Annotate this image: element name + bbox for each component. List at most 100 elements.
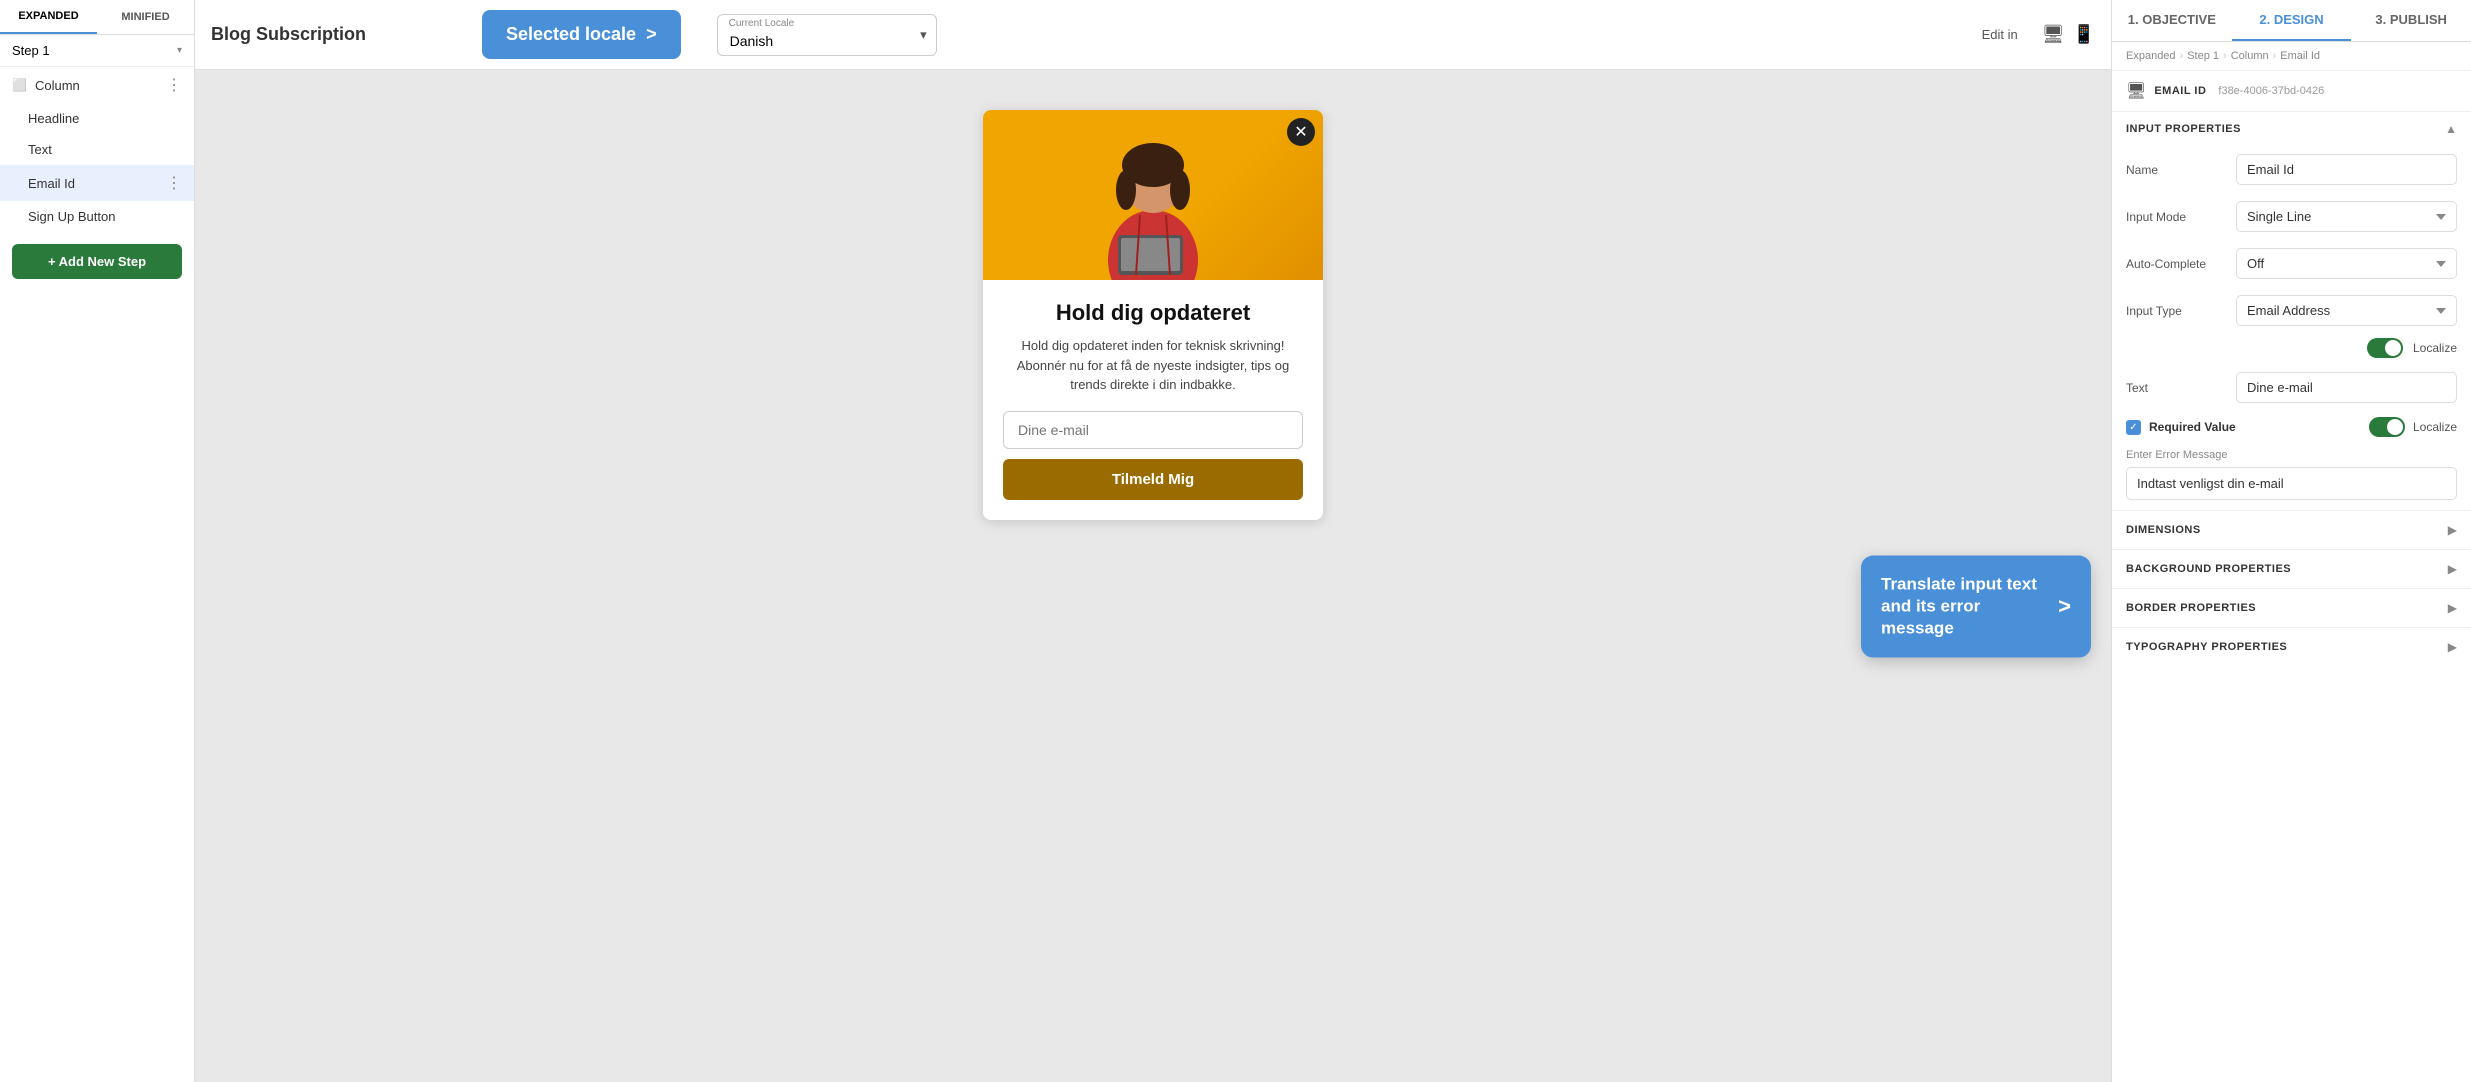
headline-label: Headline bbox=[28, 111, 79, 126]
step-label: Step 1 bbox=[12, 43, 50, 58]
email-id-title: EMAIL ID bbox=[2154, 85, 2206, 97]
border-header[interactable]: BORDER PROPERTIES ▶ bbox=[2112, 589, 2471, 627]
form-title: Hold dig opdateret bbox=[1003, 300, 1303, 326]
border-title: BORDER PROPERTIES bbox=[2126, 602, 2256, 614]
required-value-row: ✓ Required Value Localize bbox=[2112, 409, 2471, 445]
tree-item-email-id[interactable]: Email Id ⋮ bbox=[0, 165, 194, 201]
background-arrow-icon: ▶ bbox=[2448, 562, 2457, 576]
translate-tooltip[interactable]: Translate input text and its error messa… bbox=[1861, 556, 2091, 658]
left-sidebar: EXPANDED MINIFIED Step 1 ▾ ⬜ Column ⋮ He… bbox=[0, 0, 195, 1082]
email-id-header: 🖥 EMAIL ID f38e-4006-37bd-0426 bbox=[2112, 71, 2471, 112]
required-value-label: Required Value bbox=[2149, 420, 2361, 434]
breadcrumb-expanded: Expanded bbox=[2126, 50, 2176, 62]
form-card-body: Hold dig opdateret Hold dig opdateret in… bbox=[983, 280, 1323, 520]
desktop-icon[interactable]: 🖥 bbox=[2042, 24, 2065, 45]
tree-item-headline[interactable]: Headline bbox=[0, 103, 194, 134]
typography-header[interactable]: TYPOGRAPHY PROPERTIES ▶ bbox=[2112, 628, 2471, 666]
canvas-area: ✕ bbox=[195, 70, 2111, 1082]
input-properties-section[interactable]: INPUT PROPERTIES ▲ bbox=[2112, 112, 2471, 146]
close-button[interactable]: ✕ bbox=[1287, 118, 1315, 146]
text-value-row: Text bbox=[2112, 366, 2471, 409]
selected-locale-button[interactable]: Selected locale > bbox=[482, 10, 681, 59]
input-mode-label: Input Mode bbox=[2126, 210, 2226, 224]
background-section: BACKGROUND PROPERTIES ▶ bbox=[2112, 549, 2471, 588]
name-value bbox=[2236, 154, 2457, 185]
current-locale-label: Current Locale bbox=[729, 18, 795, 29]
typography-title: TYPOGRAPHY PROPERTIES bbox=[2126, 641, 2287, 653]
typography-arrow-icon: ▶ bbox=[2448, 640, 2457, 654]
background-header[interactable]: BACKGROUND PROPERTIES ▶ bbox=[2112, 550, 2471, 588]
border-arrow-icon: ▶ bbox=[2448, 601, 2457, 615]
mobile-icon[interactable]: 📱 bbox=[2073, 24, 2095, 45]
toggle-knob bbox=[2385, 340, 2401, 356]
dimensions-arrow-icon: ▶ bbox=[2448, 523, 2457, 537]
background-title: BACKGROUND PROPERTIES bbox=[2126, 563, 2291, 575]
tab-objective[interactable]: 1. OBJECTIVE bbox=[2112, 0, 2232, 41]
column-icon: ⬜ bbox=[12, 78, 27, 92]
column-label: Column bbox=[35, 78, 80, 93]
person-illustration bbox=[1088, 115, 1218, 280]
form-card-image bbox=[983, 110, 1323, 280]
selected-locale-label: Selected locale bbox=[506, 24, 636, 45]
column-more-button[interactable]: ⋮ bbox=[166, 75, 182, 95]
dimensions-header[interactable]: DIMENSIONS ▶ bbox=[2112, 511, 2471, 549]
text-value-input[interactable] bbox=[2236, 372, 2457, 403]
step-chevron-icon: ▾ bbox=[177, 45, 182, 56]
dimensions-section: DIMENSIONS ▶ bbox=[2112, 510, 2471, 549]
step-selector[interactable]: Step 1 ▾ bbox=[0, 35, 194, 67]
breadcrumb-column: Column bbox=[2231, 50, 2269, 62]
localize-toggle-row: Localize bbox=[2112, 334, 2471, 366]
localize-label: Localize bbox=[2413, 341, 2457, 355]
device-icons: 🖥 📱 bbox=[2042, 24, 2095, 45]
name-prop-row: Name bbox=[2112, 146, 2471, 193]
translate-tooltip-text: Translate input text and its error messa… bbox=[1881, 574, 2048, 640]
form-subtitle: Hold dig opdateret inden for teknisk skr… bbox=[1003, 336, 1303, 395]
tree-item-signup[interactable]: Sign Up Button bbox=[0, 201, 194, 232]
tree-item-column[interactable]: ⬜ Column ⋮ bbox=[0, 67, 194, 103]
dimensions-title: DIMENSIONS bbox=[2126, 524, 2201, 536]
required-toggle-knob bbox=[2387, 419, 2403, 435]
required-localize-toggle[interactable] bbox=[2369, 417, 2405, 437]
input-type-row: Input Type Email Address Text Password bbox=[2112, 287, 2471, 334]
error-message-input[interactable] bbox=[2126, 467, 2457, 500]
text-prop-label: Text bbox=[2126, 381, 2226, 395]
tab-bar: EXPANDED MINIFIED bbox=[0, 0, 194, 35]
email-id-more-button[interactable]: ⋮ bbox=[166, 173, 182, 193]
input-mode-select[interactable]: Single Line Multi Line bbox=[2236, 201, 2457, 232]
error-message-label: Enter Error Message bbox=[2112, 445, 2471, 463]
email-id-uuid: f38e-4006-37bd-0426 bbox=[2218, 85, 2324, 97]
tab-design[interactable]: 2. DESIGN bbox=[2232, 0, 2352, 41]
typography-section: TYPOGRAPHY PROPERTIES ▶ bbox=[2112, 627, 2471, 666]
add-new-step-button[interactable]: + Add New Step bbox=[12, 244, 182, 279]
input-type-select[interactable]: Email Address Text Password bbox=[2236, 295, 2457, 326]
localize-toggle[interactable] bbox=[2367, 338, 2403, 358]
locale-select-wrapper: Current Locale Danish English French ▾ bbox=[717, 14, 937, 56]
tab-expanded[interactable]: EXPANDED bbox=[0, 0, 97, 34]
form-card: ✕ bbox=[983, 110, 1323, 520]
border-section: BORDER PROPERTIES ▶ bbox=[2112, 588, 2471, 627]
required-checkbox[interactable]: ✓ bbox=[2126, 420, 2141, 435]
email-id-label: Email Id bbox=[28, 176, 75, 191]
monitor-icon: 🖥 bbox=[2126, 81, 2146, 101]
tree-item-text[interactable]: Text bbox=[0, 134, 194, 165]
translate-arrow-icon: > bbox=[2058, 594, 2071, 620]
tab-minified[interactable]: MINIFIED bbox=[97, 0, 194, 34]
tab-publish[interactable]: 3. PUBLISH bbox=[2351, 0, 2471, 41]
name-input[interactable] bbox=[2236, 154, 2457, 185]
selected-locale-arrow-icon: > bbox=[646, 24, 657, 45]
name-label: Name bbox=[2126, 163, 2226, 177]
email-input[interactable] bbox=[1003, 411, 1303, 449]
breadcrumb-emailid: Email Id bbox=[2280, 50, 2320, 62]
auto-complete-select[interactable]: Off On bbox=[2236, 248, 2457, 279]
page-title: Blog Subscription bbox=[211, 24, 366, 45]
input-mode-row: Input Mode Single Line Multi Line bbox=[2112, 193, 2471, 240]
input-type-label: Input Type bbox=[2126, 304, 2226, 318]
breadcrumb: Expanded › Step 1 › Column › Email Id bbox=[2112, 42, 2471, 71]
edit-in-label: Edit in bbox=[1982, 27, 2018, 42]
required-localize-label: Localize bbox=[2413, 420, 2457, 434]
form-submit-button[interactable]: Tilmeld Mig bbox=[1003, 459, 1303, 500]
input-properties-title: INPUT PROPERTIES bbox=[2126, 123, 2241, 135]
auto-complete-row: Auto-Complete Off On bbox=[2112, 240, 2471, 287]
input-properties-toggle-icon: ▲ bbox=[2445, 122, 2457, 136]
breadcrumb-step1: Step 1 bbox=[2187, 50, 2219, 62]
